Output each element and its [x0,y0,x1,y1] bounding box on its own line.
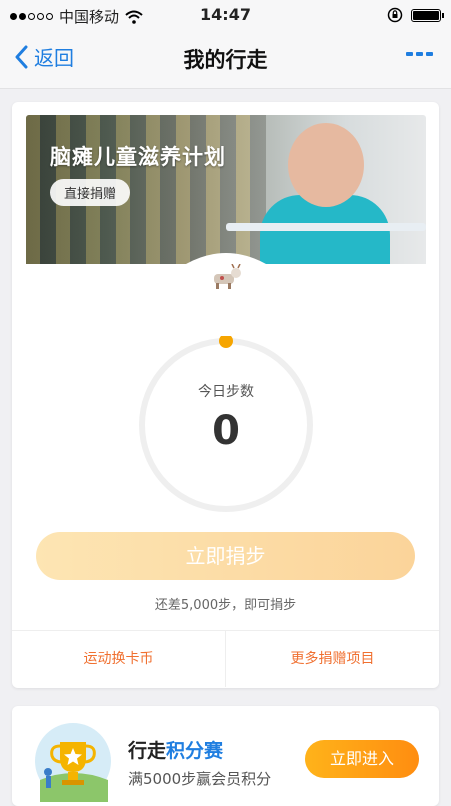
points-contest-card: 行走积分赛 满5000步赢会员积分 立即进入 [12,706,439,806]
contest-title-accent: 积分赛 [166,740,224,762]
status-bar: 中国移动 14:47 [0,0,451,30]
card-footer: 运动换卡币 更多捐赠项目 [12,630,439,687]
contest-title: 行走积分赛 [128,736,223,763]
banner-title: 脑瘫儿童滋养计划 [50,145,226,169]
banner-photo-walker [226,223,426,231]
enter-contest-button[interactable]: 立即进入 [305,740,419,778]
progress-marker [219,336,233,348]
charity-banner[interactable]: 脑瘫儿童滋养计划 直接捐赠 [26,115,426,267]
steps-remaining-hint: 还差5,000步，即可捐步 [154,598,297,613]
steps-label: 今日步数 [198,384,254,400]
contest-title-prefix: 行走 [128,740,167,762]
trophy-icon [35,723,111,802]
battery-icon [411,8,444,22]
status-right [387,7,444,23]
navigation-bar: 返回 我的行走 [0,30,451,89]
banner-photo-child [288,123,364,207]
status-time: 14:47 [200,5,251,24]
donate-steps-button[interactable]: 立即捐步 [36,532,415,580]
page-title: 我的行走 [183,48,268,72]
contest-subtitle: 满5000步赢会员积分 [128,770,272,788]
direct-donate-button[interactable]: 直接捐赠 [50,179,131,206]
more-projects-link[interactable]: 更多捐赠项目 [226,631,439,687]
more-options-button[interactable] [406,52,433,56]
steps-value: 0 [212,408,240,454]
exchange-coins-link[interactable]: 运动换卡币 [12,631,225,687]
charity-logo-icon [208,260,248,294]
rotation-lock-icon [387,7,403,23]
walking-card: 脑瘫儿童滋养计划 直接捐赠 今日步数 0 立即捐步 还差5,000步，即可捐步 … [12,102,439,688]
